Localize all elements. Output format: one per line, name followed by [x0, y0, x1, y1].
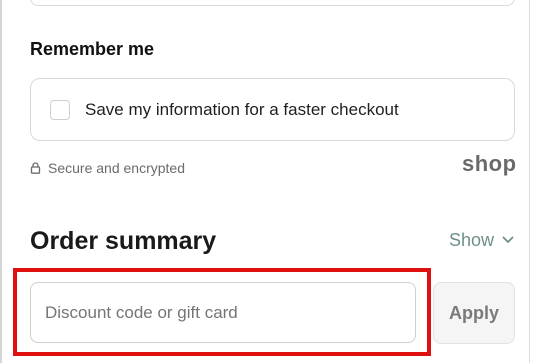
order-summary-heading: Order summary — [30, 227, 217, 255]
remember-me-heading: Remember me — [30, 39, 155, 59]
checkout-page: Remember me Save my information for a fa… — [0, 0, 539, 363]
chevron-down-icon[interactable] — [502, 236, 514, 244]
show-order-summary-toggle[interactable]: Show — [449, 229, 514, 251]
left-divider — [0, 0, 2, 363]
secure-text: Secure and encrypted — [48, 160, 185, 176]
lock-icon — [30, 162, 41, 174]
discount-code-input[interactable] — [30, 282, 416, 343]
previous-field-bottom-edge[interactable] — [30, 0, 515, 6]
remember-me-option[interactable]: Save my information for a faster checkou… — [30, 78, 515, 141]
save-info-checkbox[interactable] — [50, 99, 70, 120]
right-scrollbar-edge — [529, 0, 539, 363]
shop-logo: shop — [462, 151, 517, 176]
apply-discount-button[interactable]: Apply — [433, 282, 515, 344]
save-info-label[interactable]: Save my information for a faster checkou… — [85, 99, 399, 121]
secure-notice: Secure and encrypted — [30, 159, 185, 177]
show-toggle-label[interactable]: Show — [449, 229, 494, 251]
